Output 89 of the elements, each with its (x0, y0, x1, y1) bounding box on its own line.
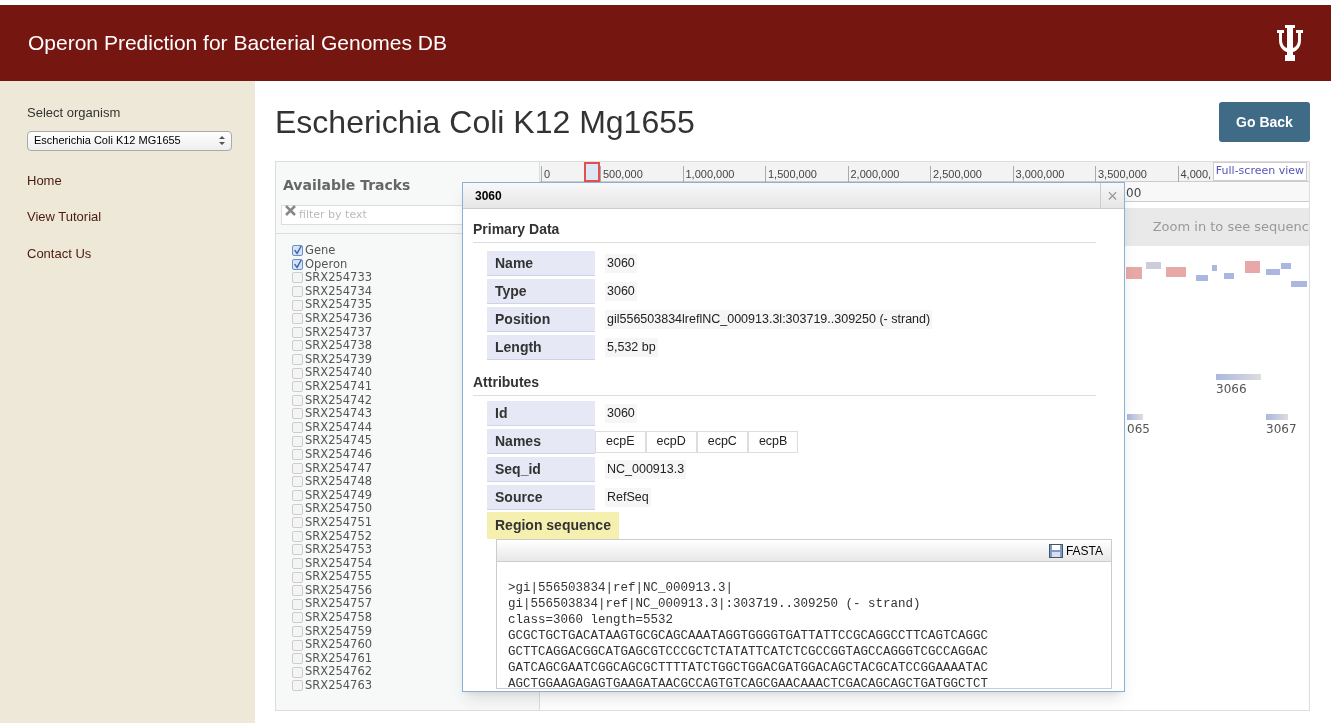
track-label: SRX254751 (305, 516, 373, 529)
sequence-hint: Zoom in to see sequenc (1152, 218, 1309, 237)
fasta-button[interactable]: FASTA (1048, 541, 1103, 560)
track-label: SRX254746 (305, 448, 373, 461)
track-label: SRX254739 (305, 353, 373, 366)
name-tag: ecpD (645, 430, 697, 453)
select-label: Select organism (27, 104, 122, 122)
track-label: SRX254741 (305, 381, 373, 393)
track-label: SRX254735 (305, 299, 373, 311)
sequence-line: class=3060 length=5532 (508, 612, 674, 628)
track-label: SRX254760 (305, 639, 373, 651)
sequence-line: AGCTGGAAGAGAGTGAAGATAACGCCAGTGTCAGCGAACAAACTCGACAGCAGCTGATGGCTCT (508, 676, 989, 688)
field-label: Names (487, 429, 595, 454)
track-label: SRX254759 (305, 625, 373, 638)
track-label: SRX254762 (305, 666, 373, 678)
clear-icon[interactable] (285, 205, 296, 216)
track-label: SRX254743 (305, 408, 373, 420)
track-label: SRX254737 (305, 326, 373, 339)
track-label: SRX254745 (305, 435, 373, 447)
page-title: Escherichia Coli K12 Mg1655 (275, 103, 695, 142)
ruler-label: 00 (1126, 185, 1142, 202)
feature-label: 065 (1127, 421, 1150, 438)
field-value: 5,532 bp (605, 338, 658, 357)
track-label: SRX254757 (305, 598, 373, 610)
field-label: Length (487, 335, 595, 360)
dialog-title: 3060 (475, 187, 502, 205)
track-label: SRX254747 (305, 462, 373, 475)
gene-feature-bar (1266, 414, 1288, 420)
feature-label: 3067 (1266, 421, 1297, 438)
field-label: Id (487, 401, 595, 426)
nav-link[interactable]: Contact Us (27, 243, 92, 263)
name-tag: ecpB (747, 430, 799, 453)
section-heading: Attributes (473, 372, 1096, 396)
track-label: SRX254752 (305, 530, 373, 542)
section-heading: Region sequence (487, 512, 619, 539)
field-label: Name (487, 251, 595, 276)
field-label: Position (487, 307, 595, 332)
sequence-line: gi|556503834|ref|NC_000913.3|:303719..309250 (- strand) (508, 596, 921, 612)
gene-feature-bar (1127, 414, 1143, 420)
checkbox[interactable] (292, 258, 303, 270)
panel-title: Available Tracks (283, 176, 411, 195)
track-label: SRX254748 (305, 476, 373, 488)
track-label: SRX254753 (305, 544, 373, 556)
go-back-button[interactable]: Go Back (1219, 102, 1310, 142)
track-label: SRX254758 (305, 612, 373, 624)
nav-link[interactable]: Home (27, 170, 62, 190)
field-label: Type (487, 279, 595, 304)
field-value: 3060 (605, 282, 637, 301)
name-tag: ecpE (595, 430, 646, 453)
track-label: SRX254740 (305, 367, 373, 379)
track-label: SRX254733 (305, 272, 373, 284)
sequence-line: GATCAGCGAATCGGCAGCGCTTTTATCTGGCTGGACGATGGACAGCTACGCATCCGGAAAATAC (508, 660, 989, 676)
field-value: 3060 (605, 254, 637, 273)
field-label: Seq_id (487, 457, 595, 482)
track-label: SRX254734 (305, 285, 373, 298)
sequence-line: GCGCTGCTGACATAAGTGCGCAGCAAATAGGTGGGGTGATTATTCCGCAGGCCTTCAGTCAGGC (508, 628, 989, 644)
track-label: SRX254750 (305, 503, 373, 515)
section-heading: Primary Data (473, 219, 1096, 243)
field-value: RefSeq (605, 488, 651, 507)
university-logo-icon (1277, 25, 1303, 61)
track-label: SRX254756 (305, 584, 373, 597)
track-label: SRX254744 (305, 421, 373, 434)
sequence-line: GCTTCAGGACGGCATGAGCGTCCCGCTCTATATTCATCTCGCCGGTAGCCAGGGTCGCCAGGAC (508, 644, 989, 660)
track-label: SRX254755 (305, 571, 373, 583)
gene-feature-bar (1216, 374, 1261, 380)
updown-arrows-icon (219, 136, 225, 145)
name-tag: ecpC (696, 430, 748, 453)
track-label: SRX254742 (305, 394, 373, 407)
field-label: Source (487, 485, 595, 510)
track-label: SRX254763 (305, 680, 373, 692)
track-label: SRX254736 (305, 313, 373, 325)
view-locator (584, 162, 600, 182)
track-label: SRX254761 (305, 652, 373, 665)
feature-label: 3066 (1216, 381, 1248, 398)
track-label: SRX254754 (305, 557, 373, 570)
site-title: Operon Prediction for Bacterial Genomes DB (28, 30, 448, 57)
sequence-line: >gi|556503834|ref|NC_000913.3| (508, 580, 734, 596)
field-value: 3060 (605, 404, 637, 423)
checkbox[interactable] (292, 245, 303, 257)
save-icon (1048, 543, 1063, 558)
field-value: NC_000913.3 (605, 460, 687, 479)
organism-select[interactable]: Escherichia Coli K12 MG1655 (27, 130, 232, 151)
track-label: SRX254749 (305, 489, 373, 502)
track-label: SRX254738 (305, 340, 373, 352)
nav-link[interactable]: View Tutorial (27, 207, 102, 227)
track-label: Gene (305, 245, 336, 257)
track-label: Operon (305, 258, 348, 271)
field-value: gil556503834lreflNC_000913.3l:303719..309250 (- strand) (605, 310, 933, 329)
full-screen-link[interactable]: Full-screen view (1212, 162, 1307, 181)
